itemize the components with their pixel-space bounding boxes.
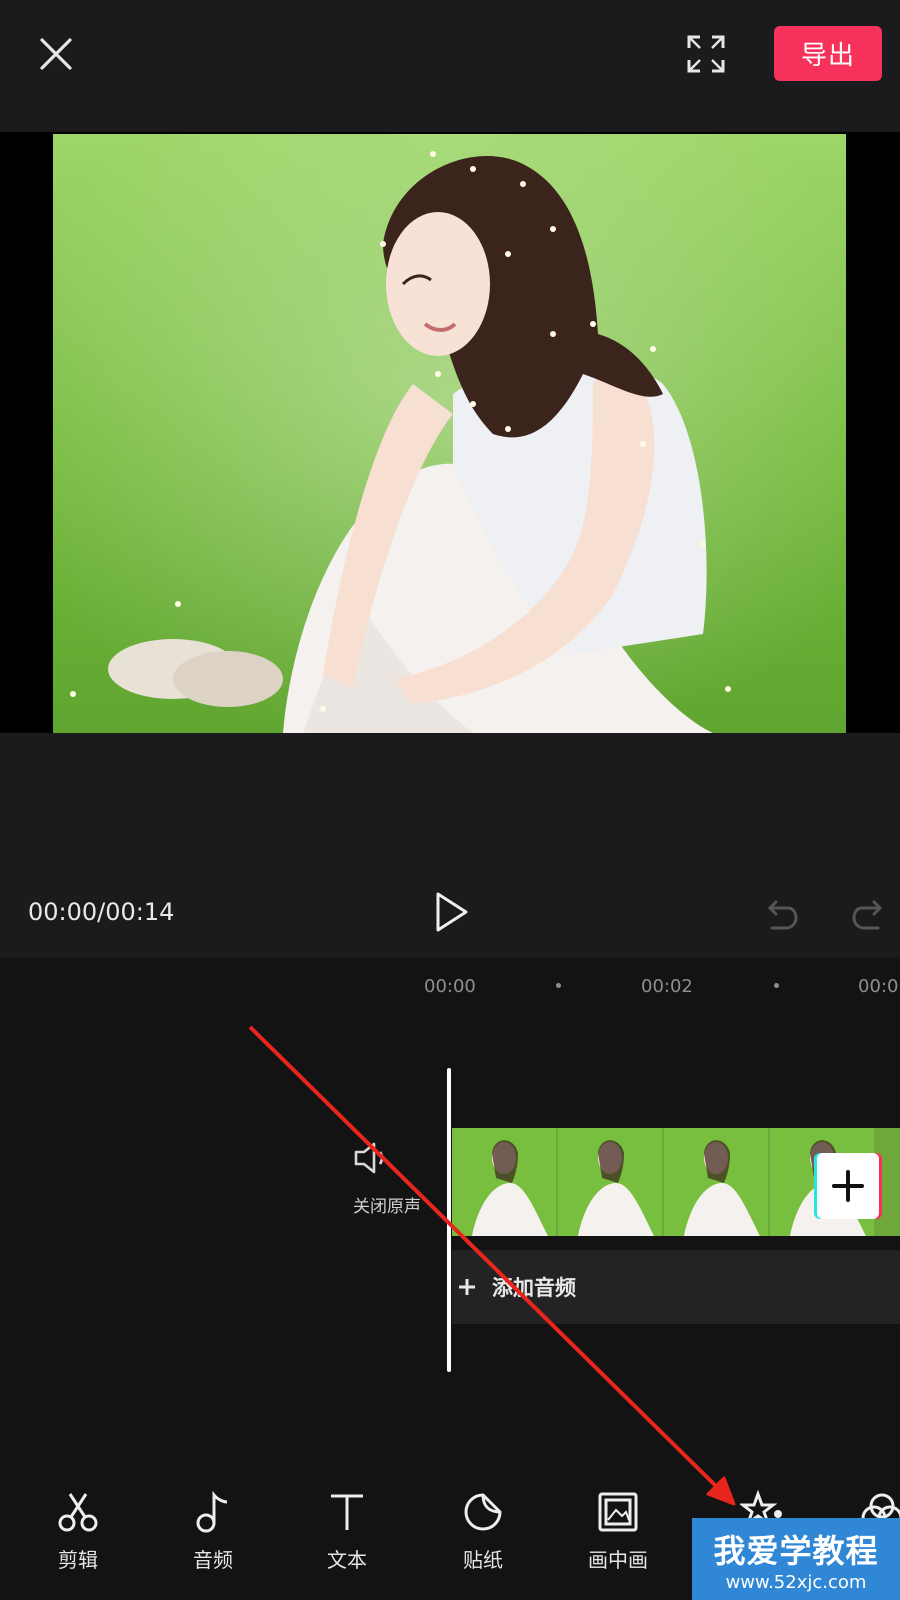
fullscreen-icon[interactable] — [686, 34, 726, 74]
ruler-tick-label: 00:0 — [858, 976, 899, 997]
redo-icon[interactable] — [850, 896, 886, 932]
export-button[interactable]: 导出 — [774, 26, 882, 81]
ruler-dot — [556, 983, 561, 988]
ruler-tick-label: 00:00 — [424, 976, 476, 997]
picture-in-picture-icon — [598, 1492, 638, 1532]
add-audio-label: 添加音频 — [492, 1276, 576, 1300]
watermark-title: 我爱学教程 — [713, 1532, 879, 1570]
watermark-url: www.52xjc.com — [725, 1572, 867, 1593]
music-note-icon — [196, 1490, 228, 1533]
add-clip-button[interactable] — [817, 1153, 879, 1219]
clip-thumbnail — [664, 1128, 768, 1236]
scissors-icon — [58, 1493, 98, 1532]
tool-text[interactable]: 文本 — [297, 1484, 397, 1572]
ruler-dot — [774, 983, 779, 988]
tool-edit[interactable]: 剪辑 — [28, 1484, 128, 1572]
tool-sticker[interactable]: 贴纸 — [433, 1484, 533, 1572]
sticker-icon — [464, 1493, 502, 1531]
playhead[interactable] — [447, 1068, 451, 1372]
text-icon — [331, 1494, 363, 1530]
tool-label: 音频 — [193, 1548, 233, 1572]
tool-label: 贴纸 — [463, 1548, 503, 1572]
plus-icon — [832, 1170, 864, 1202]
speaker-icon — [354, 1142, 376, 1174]
tool-label: 剪辑 — [58, 1548, 98, 1572]
clip-thumbnail — [452, 1128, 556, 1236]
tool-audio[interactable]: 音频 — [163, 1484, 263, 1572]
time-readout: 00:00/00:14 — [28, 898, 175, 926]
play-icon[interactable] — [432, 890, 472, 934]
undo-icon[interactable] — [764, 896, 800, 932]
mute-original-audio-label: 关闭原声 — [353, 1197, 421, 1217]
clip-thumbnail — [558, 1128, 662, 1236]
top-bar — [0, 0, 900, 132]
watermark: 我爱学教程 www.52xjc.com — [692, 1518, 900, 1600]
tool-label: 画中画 — [588, 1548, 648, 1572]
tool-label: 文本 — [327, 1548, 367, 1572]
video-preview[interactable] — [53, 134, 846, 733]
close-icon[interactable] — [34, 32, 78, 76]
plus-icon — [459, 1279, 475, 1295]
ruler-tick-label: 00:02 — [641, 976, 693, 997]
tool-picture-in-picture[interactable]: 画中画 — [568, 1484, 668, 1572]
